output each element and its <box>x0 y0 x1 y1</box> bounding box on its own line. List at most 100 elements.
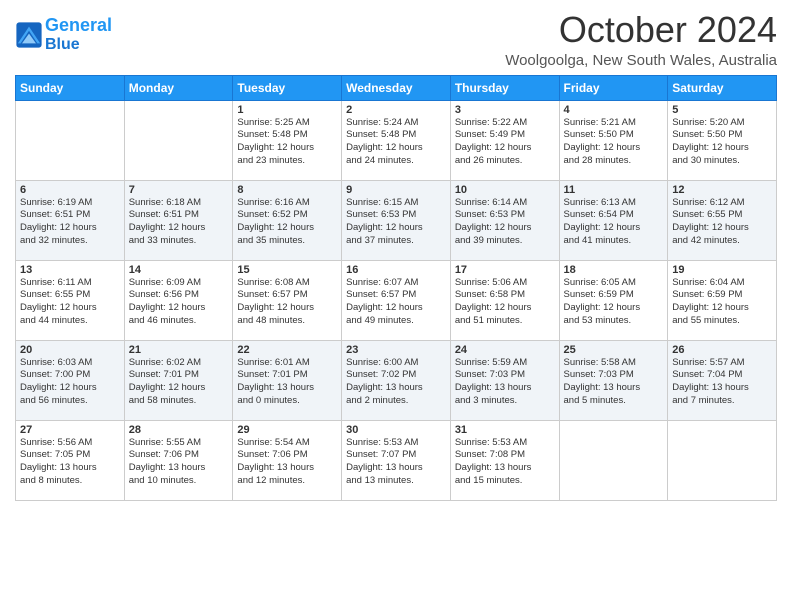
calendar-cell: 24Sunrise: 5:59 AMSunset: 7:03 PMDayligh… <box>450 340 559 420</box>
day-info: Sunset: 5:50 PM <box>564 129 664 142</box>
calendar-cell: 10Sunrise: 6:14 AMSunset: 6:53 PMDayligh… <box>450 180 559 260</box>
day-info: and 0 minutes. <box>237 395 337 408</box>
calendar-table: SundayMondayTuesdayWednesdayThursdayFrid… <box>15 75 777 501</box>
logo-icon <box>15 21 43 49</box>
day-info: Daylight: 13 hours <box>455 382 555 395</box>
day-header-saturday: Saturday <box>668 75 777 100</box>
day-number: 3 <box>455 104 555 116</box>
day-number: 11 <box>564 184 664 196</box>
day-info: Daylight: 13 hours <box>237 382 337 395</box>
day-info: and 8 minutes. <box>20 475 120 488</box>
day-info: Daylight: 12 hours <box>672 222 772 235</box>
day-info: and 35 minutes. <box>237 235 337 248</box>
day-info: Sunrise: 5:57 AM <box>672 357 772 370</box>
day-header-wednesday: Wednesday <box>342 75 451 100</box>
day-info: Sunset: 6:55 PM <box>20 289 120 302</box>
day-info: Daylight: 13 hours <box>346 382 446 395</box>
calendar-cell: 19Sunrise: 6:04 AMSunset: 6:59 PMDayligh… <box>668 260 777 340</box>
day-info: and 42 minutes. <box>672 235 772 248</box>
week-row-3: 13Sunrise: 6:11 AMSunset: 6:55 PMDayligh… <box>16 260 777 340</box>
day-info: Daylight: 12 hours <box>237 222 337 235</box>
day-info: Sunrise: 6:18 AM <box>129 197 229 210</box>
day-info: and 28 minutes. <box>564 155 664 168</box>
calendar-cell: 22Sunrise: 6:01 AMSunset: 7:01 PMDayligh… <box>233 340 342 420</box>
day-info: Sunrise: 6:04 AM <box>672 277 772 290</box>
day-info: and 44 minutes. <box>20 315 120 328</box>
day-info: Sunrise: 6:07 AM <box>346 277 446 290</box>
day-info: and 32 minutes. <box>20 235 120 248</box>
day-number: 17 <box>455 264 555 276</box>
calendar-cell: 16Sunrise: 6:07 AMSunset: 6:57 PMDayligh… <box>342 260 451 340</box>
calendar-header-row: SundayMondayTuesdayWednesdayThursdayFrid… <box>16 75 777 100</box>
day-info: Sunset: 7:02 PM <box>346 369 446 382</box>
week-row-1: 1Sunrise: 5:25 AMSunset: 5:48 PMDaylight… <box>16 100 777 180</box>
calendar-cell: 9Sunrise: 6:15 AMSunset: 6:53 PMDaylight… <box>342 180 451 260</box>
day-info: and 46 minutes. <box>129 315 229 328</box>
day-info: and 49 minutes. <box>346 315 446 328</box>
calendar-cell: 29Sunrise: 5:54 AMSunset: 7:06 PMDayligh… <box>233 420 342 500</box>
day-number: 30 <box>346 424 446 436</box>
day-info: Daylight: 13 hours <box>237 462 337 475</box>
day-header-sunday: Sunday <box>16 75 125 100</box>
day-info: and 37 minutes. <box>346 235 446 248</box>
day-info: Sunrise: 6:14 AM <box>455 197 555 210</box>
day-info: Sunrise: 5:25 AM <box>237 117 337 130</box>
day-info: Sunset: 7:04 PM <box>672 369 772 382</box>
day-info: Sunrise: 6:05 AM <box>564 277 664 290</box>
day-info: and 23 minutes. <box>237 155 337 168</box>
day-info: Sunrise: 5:54 AM <box>237 437 337 450</box>
day-info: Sunset: 6:59 PM <box>672 289 772 302</box>
day-number: 16 <box>346 264 446 276</box>
calendar-cell: 11Sunrise: 6:13 AMSunset: 6:54 PMDayligh… <box>559 180 668 260</box>
calendar-cell: 20Sunrise: 6:03 AMSunset: 7:00 PMDayligh… <box>16 340 125 420</box>
day-info: Daylight: 12 hours <box>20 222 120 235</box>
week-row-2: 6Sunrise: 6:19 AMSunset: 6:51 PMDaylight… <box>16 180 777 260</box>
day-info: and 30 minutes. <box>672 155 772 168</box>
calendar-cell: 15Sunrise: 6:08 AMSunset: 6:57 PMDayligh… <box>233 260 342 340</box>
day-info: Sunrise: 6:15 AM <box>346 197 446 210</box>
calendar-cell: 25Sunrise: 5:58 AMSunset: 7:03 PMDayligh… <box>559 340 668 420</box>
day-info: Sunset: 6:51 PM <box>20 209 120 222</box>
day-info: and 53 minutes. <box>564 315 664 328</box>
day-number: 6 <box>20 184 120 196</box>
day-info: Sunrise: 6:03 AM <box>20 357 120 370</box>
day-info: Sunrise: 5:55 AM <box>129 437 229 450</box>
day-number: 26 <box>672 344 772 356</box>
day-number: 25 <box>564 344 664 356</box>
day-info: and 3 minutes. <box>455 395 555 408</box>
calendar-cell: 18Sunrise: 6:05 AMSunset: 6:59 PMDayligh… <box>559 260 668 340</box>
day-info: Sunset: 7:08 PM <box>455 449 555 462</box>
day-number: 21 <box>129 344 229 356</box>
day-info: Daylight: 13 hours <box>672 382 772 395</box>
day-info: Daylight: 13 hours <box>346 462 446 475</box>
calendar-cell: 1Sunrise: 5:25 AMSunset: 5:48 PMDaylight… <box>233 100 342 180</box>
day-info: and 48 minutes. <box>237 315 337 328</box>
day-info: and 39 minutes. <box>455 235 555 248</box>
day-info: Sunset: 5:48 PM <box>346 129 446 142</box>
day-info: Sunset: 6:57 PM <box>346 289 446 302</box>
day-number: 2 <box>346 104 446 116</box>
day-info: Sunset: 7:03 PM <box>564 369 664 382</box>
day-info: Daylight: 12 hours <box>129 302 229 315</box>
day-info: and 51 minutes. <box>455 315 555 328</box>
day-info: Daylight: 12 hours <box>564 142 664 155</box>
day-info: Sunset: 6:53 PM <box>455 209 555 222</box>
day-info: Daylight: 12 hours <box>20 302 120 315</box>
day-info: Daylight: 12 hours <box>20 382 120 395</box>
day-info: Sunrise: 5:53 AM <box>455 437 555 450</box>
calendar-cell: 30Sunrise: 5:53 AMSunset: 7:07 PMDayligh… <box>342 420 451 500</box>
day-info: Sunrise: 6:19 AM <box>20 197 120 210</box>
day-info: Daylight: 13 hours <box>20 462 120 475</box>
day-info: and 7 minutes. <box>672 395 772 408</box>
calendar-cell: 5Sunrise: 5:20 AMSunset: 5:50 PMDaylight… <box>668 100 777 180</box>
day-info: Sunset: 7:01 PM <box>129 369 229 382</box>
day-info: and 15 minutes. <box>455 475 555 488</box>
day-info: Sunset: 6:52 PM <box>237 209 337 222</box>
day-info: Sunrise: 5:21 AM <box>564 117 664 130</box>
day-info: Sunrise: 6:08 AM <box>237 277 337 290</box>
calendar-cell: 26Sunrise: 5:57 AMSunset: 7:04 PMDayligh… <box>668 340 777 420</box>
day-info: and 33 minutes. <box>129 235 229 248</box>
day-info: Daylight: 12 hours <box>129 222 229 235</box>
day-info: and 41 minutes. <box>564 235 664 248</box>
day-info: Sunset: 6:59 PM <box>564 289 664 302</box>
